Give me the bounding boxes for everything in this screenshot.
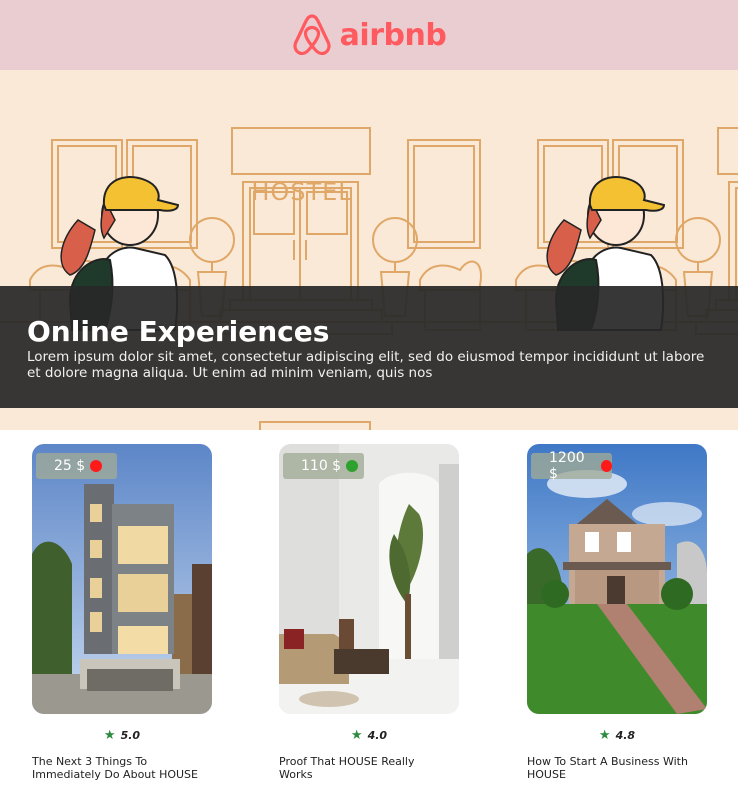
availability-dot <box>90 460 103 472</box>
hero-banner: HOSTEL HOSTEL Online Experiences Lorem i… <box>0 70 738 430</box>
listing-title[interactable]: How To Start A Business With HOUSE <box>527 755 697 781</box>
listing-card[interactable]: 25 $ ★ 5.0 The Next 3 Things To Immediat… <box>32 444 212 781</box>
listing-title[interactable]: Proof That HOUSE Really Works <box>279 755 449 781</box>
listing-photo[interactable]: 110 $ <box>279 444 459 714</box>
rating: ★ 4.8 <box>527 728 707 743</box>
star-icon: ★ <box>103 728 116 743</box>
hero-caption: Online Experiences Lorem ipsum dolor sit… <box>0 286 738 408</box>
hero-description: Lorem ipsum dolor sit amet, consectetur … <box>27 349 705 381</box>
rating-value: 4.8 <box>615 729 636 742</box>
airbnb-logo[interactable]: airbnb <box>292 13 447 57</box>
availability-dot <box>346 460 359 472</box>
interior-photo <box>279 444 459 714</box>
price-value: 25 $ <box>54 458 86 474</box>
listing-photo[interactable]: 1200 $ <box>527 444 707 714</box>
availability-dot <box>600 460 612 472</box>
price-value: 110 $ <box>301 458 342 474</box>
price-tag: 110 $ <box>283 453 364 479</box>
listing-card[interactable]: 110 $ ★ 4.0 Proof That HOUSE Really Work… <box>279 444 459 781</box>
star-icon: ★ <box>350 728 363 743</box>
price-value: 1200 $ <box>549 450 585 482</box>
price-tag: 1200 $ <box>531 450 612 482</box>
rating: ★ 4.0 <box>279 728 459 743</box>
suburban-house-photo <box>527 444 707 714</box>
airbnb-logo-icon <box>293 14 331 56</box>
listing-title[interactable]: The Next 3 Things To Immediately Do Abou… <box>32 755 202 781</box>
star-icon: ★ <box>598 728 611 743</box>
site-header: airbnb <box>0 0 738 70</box>
modern-house-photo <box>32 444 212 714</box>
rating-value: 5.0 <box>120 729 141 742</box>
rating: ★ 5.0 <box>32 728 212 743</box>
rating-value: 4.0 <box>367 729 388 742</box>
hostel-sign: HOSTEL <box>251 178 352 206</box>
listing-card[interactable]: 1200 $ ★ 4.8 How To Start A Business Wit… <box>527 444 707 781</box>
logo-text: airbnb <box>339 17 447 53</box>
price-tag: 25 $ <box>36 453 117 479</box>
listing-photo[interactable]: 25 $ <box>32 444 212 714</box>
hero-title: Online Experiences <box>27 315 330 348</box>
